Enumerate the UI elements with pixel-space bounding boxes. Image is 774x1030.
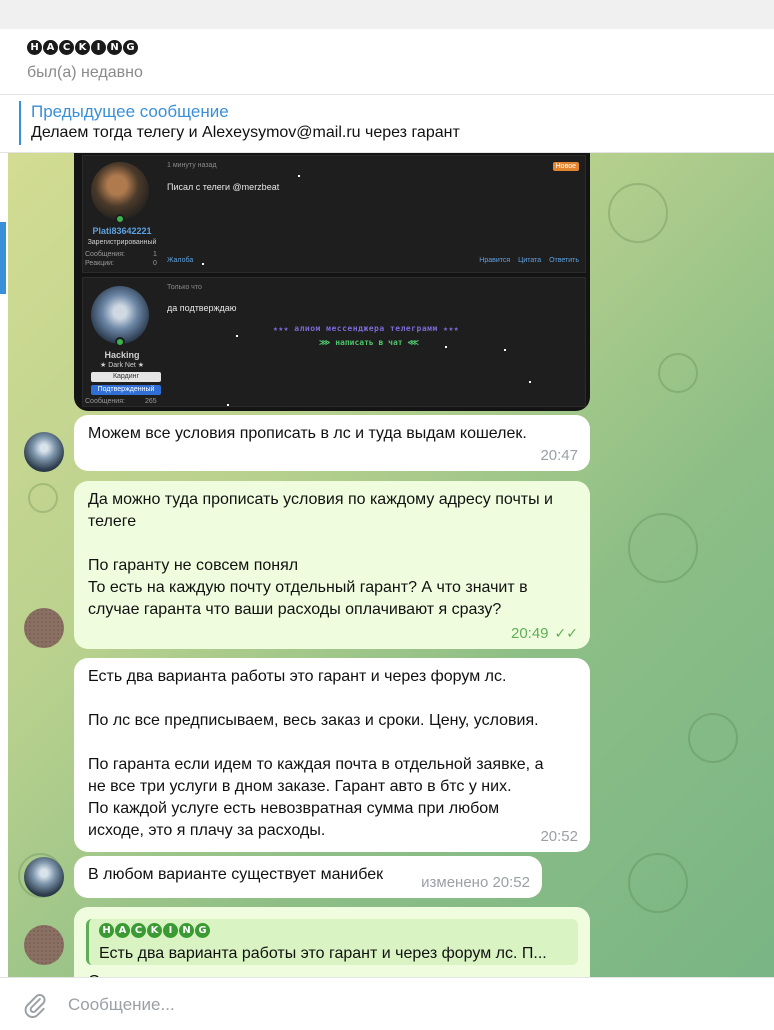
messages-value: 1 <box>153 251 157 258</box>
report-link: Жалоба <box>167 257 194 264</box>
own-avatar[interactable] <box>24 608 64 648</box>
pinned-message[interactable]: Предыдущее сообщение Делаем тогда телегу… <box>0 95 774 153</box>
pinned-text: Делаем тогда телегу и Alexeysymov@mail.r… <box>31 124 460 141</box>
post-actions: Нравится Цитата Ответить <box>479 257 579 264</box>
wallpaper-doodle <box>608 183 668 243</box>
quote-sender-letter: G <box>195 923 210 938</box>
like-link: Нравится <box>479 257 511 264</box>
quote-sender-letter: I <box>163 923 178 938</box>
new-badge: Новое <box>552 162 579 171</box>
post-text: да подтверждаю <box>167 303 237 313</box>
quote-sender-letter: K <box>147 923 162 938</box>
wallpaper-doodle <box>658 353 698 393</box>
wallpaper-doodle <box>628 513 698 583</box>
message-bubble-outgoing-reply[interactable]: H A C K I N G Есть два варианта работы э… <box>74 907 590 977</box>
noise-dot <box>445 346 447 348</box>
forum-post-2: Hacking ★ Dark Net ★ Кардинг Подтвержден… <box>82 277 586 407</box>
signature-banner-1: ★★★ алиом мессенджера телеграмм ★★★ <box>273 324 460 333</box>
reply-quote-text: Есть два варианта работы это гарант и че… <box>99 945 547 962</box>
message-bubble-incoming[interactable]: Есть два варианта работы это гарант и че… <box>74 658 590 852</box>
forum-username: Hacking <box>104 350 140 360</box>
online-indicator <box>115 337 125 347</box>
title-letter: G <box>123 40 138 55</box>
reactions-value: 0 <box>153 260 157 267</box>
quote-sender-letter: H <box>99 923 114 938</box>
messages-label: Сообщения: <box>85 398 125 405</box>
message-text: Можем все условия прописать в лс и туда … <box>88 425 527 442</box>
message-input[interactable] <box>68 991 668 1019</box>
pinned-title: Предыдущее сообщение <box>31 102 229 121</box>
noise-dot <box>298 175 300 177</box>
quote-sender-letter: C <box>131 923 146 938</box>
forum-badge-carding: Кардинг <box>91 372 161 382</box>
forum-user-role: Зарегистрированный <box>87 239 157 246</box>
messages-label: Сообщения: <box>85 251 125 258</box>
sender-avatar[interactable] <box>24 857 64 897</box>
message-text: Есть два варианта работы это гарант и че… <box>88 668 544 839</box>
message-text: Да можно туда прописать условия по каждо… <box>88 491 553 618</box>
last-seen-status: был(а) недавно <box>27 64 143 81</box>
chat-area[interactable]: Plati83642221 Зарегистрированный Сообщен… <box>8 153 774 977</box>
window-top-strip <box>0 0 774 29</box>
screenshot-image-message[interactable]: Plati83642221 Зарегистрированный Сообщен… <box>74 153 590 411</box>
wallpaper-doodle <box>688 713 738 763</box>
title-letter: I <box>91 40 106 55</box>
online-indicator <box>115 214 125 224</box>
title-letter: N <box>107 40 122 55</box>
title-letter: K <box>75 40 90 55</box>
quote-sender-letter: N <box>179 923 194 938</box>
noise-dot <box>227 404 229 406</box>
title-letter: A <box>43 40 58 55</box>
pinned-bar <box>19 101 21 145</box>
post-text: Писал с телеги @merzbeat <box>167 182 280 192</box>
own-avatar[interactable] <box>24 925 64 965</box>
message-bubble-incoming[interactable]: В любом варианте существует манибек изме… <box>74 856 542 898</box>
quote-sender-letter: A <box>115 923 130 938</box>
noise-dot <box>202 263 204 265</box>
title-letter: C <box>59 40 74 55</box>
wallpaper-doodle <box>628 853 688 913</box>
message-time: 20:49 <box>510 625 549 642</box>
reply-link: Ответить <box>549 257 579 264</box>
read-checks-icon: ✓✓ <box>554 625 578 641</box>
reply-quote[interactable]: H A C K I N G Есть два варианта работы э… <box>86 919 578 965</box>
forum-badge-verified: Подтвержденный <box>91 385 161 395</box>
message-time: 20:47 <box>540 447 578 464</box>
paperclip-icon[interactable] <box>22 992 48 1018</box>
chat-title: H A C K I N G <box>27 40 138 55</box>
signature-banner-2: ⋙ написать в чат ⋘ <box>319 338 419 347</box>
noise-dot <box>504 349 506 351</box>
chat-header[interactable]: H A C K I N G был(а) недавно <box>0 29 774 95</box>
messages-value: 265 <box>145 398 157 405</box>
quote-link: Цитата <box>518 257 542 264</box>
post-time: 1 минуту назад <box>167 162 217 169</box>
message-time-row: 20:49 ✓✓ <box>511 622 578 645</box>
forum-avatar <box>91 162 149 220</box>
noise-dot <box>529 381 531 383</box>
reply-quote-sender: H A C K I N G <box>99 923 210 938</box>
reactions-label: Реакции: <box>85 260 114 267</box>
wallpaper-doodle <box>28 483 58 513</box>
message-composer <box>0 977 774 1030</box>
forum-avatar <box>91 286 149 344</box>
forum-username: Plati83642221 <box>92 226 152 236</box>
message-edited-time: изменено 20:52 <box>421 874 530 891</box>
message-bubble-incoming[interactable]: Можем все условия прописать в лс и туда … <box>74 415 590 471</box>
title-letter: H <box>27 40 42 55</box>
sender-avatar[interactable] <box>24 432 64 472</box>
post-time: Только что <box>167 284 202 291</box>
message-bubble-outgoing[interactable]: Да можно туда прописать условия по каждо… <box>74 481 590 649</box>
noise-dot <box>236 335 238 337</box>
side-accent <box>0 222 6 294</box>
message-time: 20:52 <box>540 828 578 845</box>
forum-user-subtitle: ★ Dark Net ★ <box>99 362 145 369</box>
forum-post-1: Plati83642221 Зарегистрированный Сообщен… <box>82 155 586 273</box>
